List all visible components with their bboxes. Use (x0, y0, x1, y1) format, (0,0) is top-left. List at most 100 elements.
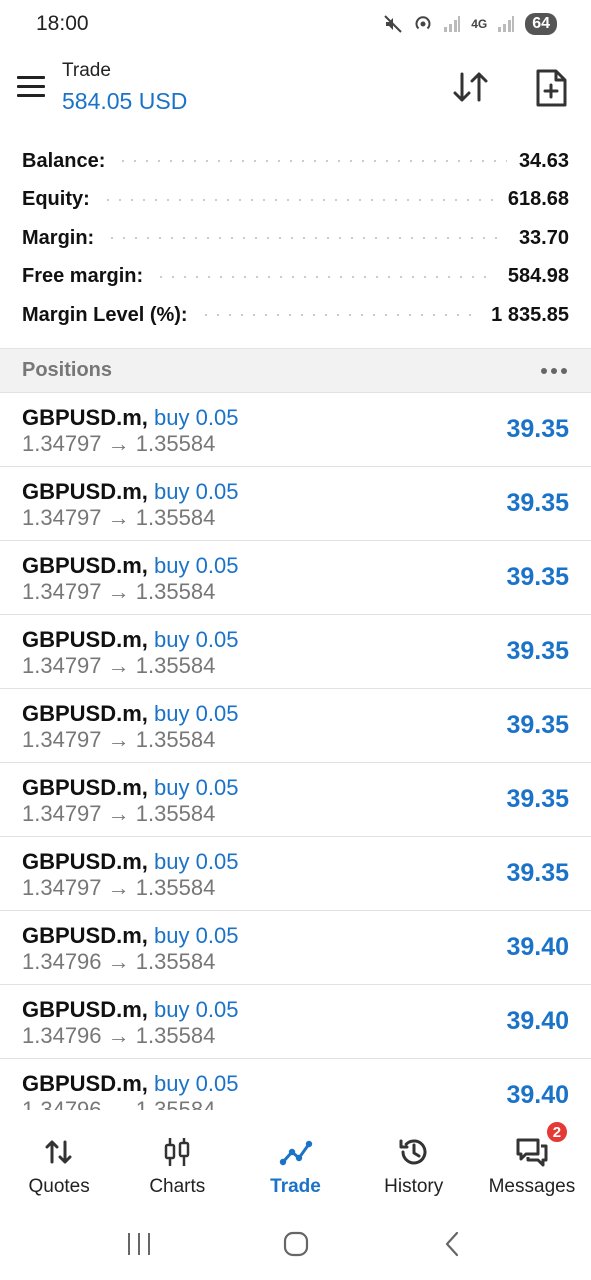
position-current-price: 1.35584 (135, 727, 216, 752)
bottom-nav: Quotes Charts Trade History Messages 2 (0, 1110, 591, 1208)
menu-icon[interactable] (17, 76, 45, 98)
position-open-price: 1.34796 (22, 1023, 102, 1048)
position-profit: 39.40 (506, 1081, 569, 1109)
summary-row-equity: Equity: 618.68 (0, 181, 591, 220)
position-symbol: GBPUSD.m, (22, 479, 148, 504)
position-row[interactable]: GBPUSD.m, buy 0.05 1.34797 → 1.35584 39.… (0, 467, 591, 541)
summary-value: 34.63 (518, 149, 569, 172)
summary-label: Margin: (22, 226, 95, 249)
position-current-price: 1.35584 (135, 431, 216, 456)
position-row[interactable]: GBPUSD.m, buy 0.05 1.34796 → 1.35584 39.… (0, 985, 591, 1059)
arrow-right-icon: → (107, 505, 130, 530)
position-symbol: GBPUSD.m, (22, 775, 148, 800)
position-open-price: 1.34797 (22, 875, 102, 900)
position-current-price: 1.35584 (135, 801, 216, 826)
nav-messages[interactable]: Messages 2 (473, 1110, 591, 1208)
dotted-leader (106, 237, 507, 240)
position-row[interactable]: GBPUSD.m, buy 0.05 1.34797 → 1.35584 39.… (0, 541, 591, 615)
position-symbol: GBPUSD.m, (22, 701, 148, 726)
positions-list[interactable]: GBPUSD.m, buy 0.05 1.34797 → 1.35584 39.… (0, 393, 591, 1110)
position-open-price: 1.34797 (22, 505, 102, 530)
nav-quotes[interactable]: Quotes (0, 1110, 118, 1208)
position-symbol: GBPUSD.m, (22, 849, 148, 874)
nav-label: Trade (270, 1176, 321, 1197)
quotes-icon (45, 1140, 72, 1164)
nav-trade[interactable]: Trade (236, 1110, 354, 1208)
messages-badge: 2 (544, 1120, 569, 1144)
dotted-leader (101, 198, 496, 201)
position-profit: 39.35 (506, 637, 569, 665)
position-side: buy 0.05 (154, 849, 239, 874)
dotted-leader (155, 275, 496, 278)
back-icon[interactable] (439, 1230, 467, 1258)
arrow-right-icon: → (107, 875, 130, 900)
arrow-right-icon: → (107, 653, 130, 678)
home-icon[interactable] (282, 1230, 310, 1258)
position-side: buy 0.05 (154, 479, 239, 504)
summary-value: 33.70 (518, 226, 569, 249)
arrow-right-icon: → (107, 431, 130, 456)
summary-value: 1 835.85 (491, 303, 569, 326)
dotted-leader (199, 314, 480, 317)
position-open-price: 1.34797 (22, 653, 102, 678)
position-open-price: 1.34797 (22, 727, 102, 752)
status-icons: 4G 64 (383, 13, 557, 35)
position-side: buy 0.05 (154, 923, 239, 948)
summary-row-margin-level: Margin Level (%): 1 835.85 (0, 296, 591, 335)
battery-level: 64 (525, 13, 557, 35)
position-row[interactable]: GBPUSD.m, buy 0.05 1.34797 → 1.35584 39.… (0, 393, 591, 467)
position-symbol: GBPUSD.m, (22, 923, 148, 948)
position-side: buy 0.05 (154, 1071, 239, 1096)
system-nav-bar (0, 1208, 591, 1280)
sort-icon[interactable] (452, 70, 490, 106)
position-side: buy 0.05 (154, 553, 239, 578)
nav-label: Quotes (28, 1176, 90, 1197)
summary-value: 584.98 (507, 265, 569, 288)
hotspot-icon (415, 16, 431, 30)
positions-header: Positions (0, 348, 591, 393)
position-symbol: GBPUSD.m, (22, 405, 148, 430)
mute-icon (384, 15, 402, 33)
position-profit: 39.40 (506, 933, 569, 961)
more-options-icon[interactable] (541, 367, 567, 374)
position-symbol: GBPUSD.m, (22, 627, 148, 652)
trade-icon (279, 1140, 312, 1166)
recent-apps-icon[interactable] (125, 1231, 153, 1257)
page-title: Trade (62, 60, 111, 81)
signal-icon (444, 16, 461, 32)
summary-label: Balance: (22, 149, 106, 172)
arrow-right-icon: → (107, 949, 130, 974)
position-row[interactable]: GBPUSD.m, buy 0.05 1.34797 → 1.35584 39.… (0, 763, 591, 837)
messages-icon (516, 1138, 548, 1167)
summary-label: Margin Level (%): (22, 303, 188, 326)
position-symbol: GBPUSD.m, (22, 553, 148, 578)
nav-label: History (384, 1176, 444, 1197)
position-current-price: 1.35584 (135, 505, 216, 530)
position-symbol: GBPUSD.m, (22, 1071, 148, 1096)
position-profit: 39.35 (506, 859, 569, 887)
arrow-right-icon: → (107, 1097, 130, 1110)
arrow-right-icon: → (107, 727, 130, 752)
position-current-price: 1.35584 (135, 875, 216, 900)
position-side: buy 0.05 (154, 627, 239, 652)
summary-row-free-margin: Free margin: 584.98 (0, 258, 591, 297)
arrow-right-icon: → (107, 579, 130, 604)
position-profit: 39.35 (506, 785, 569, 813)
position-row[interactable]: GBPUSD.m, buy 0.05 1.34796 → 1.35584 39.… (0, 1059, 591, 1110)
position-row[interactable]: GBPUSD.m, buy 0.05 1.34796 → 1.35584 39.… (0, 911, 591, 985)
app-bar: Trade 584.05 USD (0, 48, 591, 132)
summary-label: Equity: (22, 188, 90, 211)
new-order-icon[interactable] (534, 68, 568, 108)
position-row[interactable]: GBPUSD.m, buy 0.05 1.34797 → 1.35584 39.… (0, 837, 591, 911)
nav-history[interactable]: History (355, 1110, 473, 1208)
position-row[interactable]: GBPUSD.m, buy 0.05 1.34797 → 1.35584 39.… (0, 615, 591, 689)
history-icon (399, 1139, 427, 1165)
position-profit: 39.35 (506, 415, 569, 443)
summary-row-margin: Margin: 33.70 (0, 219, 591, 258)
charts-icon (165, 1138, 190, 1166)
position-profit: 39.35 (506, 563, 569, 591)
position-profit: 39.40 (506, 1007, 569, 1035)
position-open-price: 1.34796 (22, 1097, 102, 1110)
nav-charts[interactable]: Charts (118, 1110, 236, 1208)
position-row[interactable]: GBPUSD.m, buy 0.05 1.34797 → 1.35584 39.… (0, 689, 591, 763)
